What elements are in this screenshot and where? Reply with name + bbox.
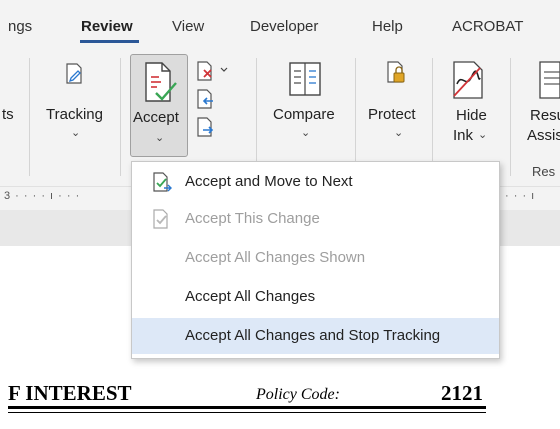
accept-change-icon xyxy=(153,209,168,229)
accept-move-next-icon xyxy=(153,172,172,192)
tab-developer[interactable]: Developer xyxy=(250,18,318,35)
menu-item-accept-this-change[interactable]: Accept This Change xyxy=(132,201,499,237)
hide-ink-icon xyxy=(453,61,483,99)
tab-help[interactable]: Help xyxy=(372,18,403,35)
chevron-down-icon: ⌄ xyxy=(155,132,165,144)
ribbon-partial-label: ts xyxy=(2,106,14,123)
accept-label: Accept xyxy=(133,109,179,126)
previous-change-icon[interactable] xyxy=(195,88,217,110)
menu-item-label: Accept All Changes and Stop Tracking xyxy=(185,327,441,344)
next-change-icon[interactable] xyxy=(195,116,217,138)
menu-item-accept-all-changes[interactable]: Accept All Changes xyxy=(132,279,499,315)
heading-rule-thin xyxy=(8,412,486,413)
lock-document-icon xyxy=(387,61,405,83)
ruler-ticks-left: 3 · · · · ı · · · xyxy=(4,190,81,202)
ink-label: Ink xyxy=(453,127,474,144)
ribbon-separator xyxy=(432,58,433,176)
chevron-down-icon: ⌄ xyxy=(71,127,81,139)
tab-view[interactable]: View xyxy=(172,18,204,35)
hide-ink-label: Hide xyxy=(456,107,487,124)
policy-code-label: Policy Code: xyxy=(256,386,340,403)
tab-acrobat[interactable]: ACROBAT xyxy=(452,18,523,35)
resume-group-label: Res xyxy=(532,164,556,179)
menu-item-accept-all-stop-tracking[interactable]: Accept All Changes and Stop Tracking xyxy=(132,318,499,354)
ribbon-separator xyxy=(355,58,356,176)
ribbon-tab-strip: ngs Review View Developer Help ACROBAT xyxy=(0,0,560,44)
resume-assistant-icon xyxy=(539,61,560,99)
menu-item-label: Accept This Change xyxy=(185,210,320,227)
menu-item-label: Accept and Move to Next xyxy=(185,173,353,190)
chevron-down-icon: ⌄ xyxy=(478,129,488,141)
resume-label: Resu xyxy=(530,107,560,124)
heading-rule-thick xyxy=(8,406,486,409)
menu-item-accept-all-shown[interactable]: Accept All Changes Shown xyxy=(132,240,499,276)
assistant-label: Assis xyxy=(527,127,560,144)
accept-button[interactable]: Accept ⌄ xyxy=(130,54,188,157)
menu-item-label: Accept All Changes Shown xyxy=(185,249,366,266)
ribbon-separator xyxy=(510,58,511,176)
protect-label: Protect xyxy=(368,106,416,123)
track-changes-icon xyxy=(66,63,82,84)
accept-dropdown-menu: Accept and Move to Next Accept This Chan… xyxy=(131,161,500,359)
document-heading: F INTEREST xyxy=(8,381,132,405)
menu-item-accept-and-move-next[interactable]: Accept and Move to Next xyxy=(132,164,499,200)
accept-change-icon xyxy=(145,62,177,102)
ribbon-separator xyxy=(120,58,121,176)
tab-review[interactable]: Review xyxy=(81,18,133,35)
ribbon-separator xyxy=(256,58,257,176)
policy-code-value: 2121 xyxy=(441,381,483,405)
compare-documents-icon xyxy=(289,62,321,96)
chevron-down-icon: ⌄ xyxy=(394,127,404,139)
ruler-ticks-right: · · · ı xyxy=(505,190,536,202)
tracking-label: Tracking xyxy=(46,106,103,123)
ribbon-separator xyxy=(29,58,30,176)
menu-item-label: Accept All Changes xyxy=(185,288,316,305)
chevron-down-icon: ⌄ xyxy=(301,127,311,139)
tab-settings-partial[interactable]: ngs xyxy=(8,18,32,35)
active-tab-indicator xyxy=(80,40,139,43)
reject-change-icon[interactable] xyxy=(195,60,229,82)
compare-label: Compare xyxy=(273,106,335,123)
